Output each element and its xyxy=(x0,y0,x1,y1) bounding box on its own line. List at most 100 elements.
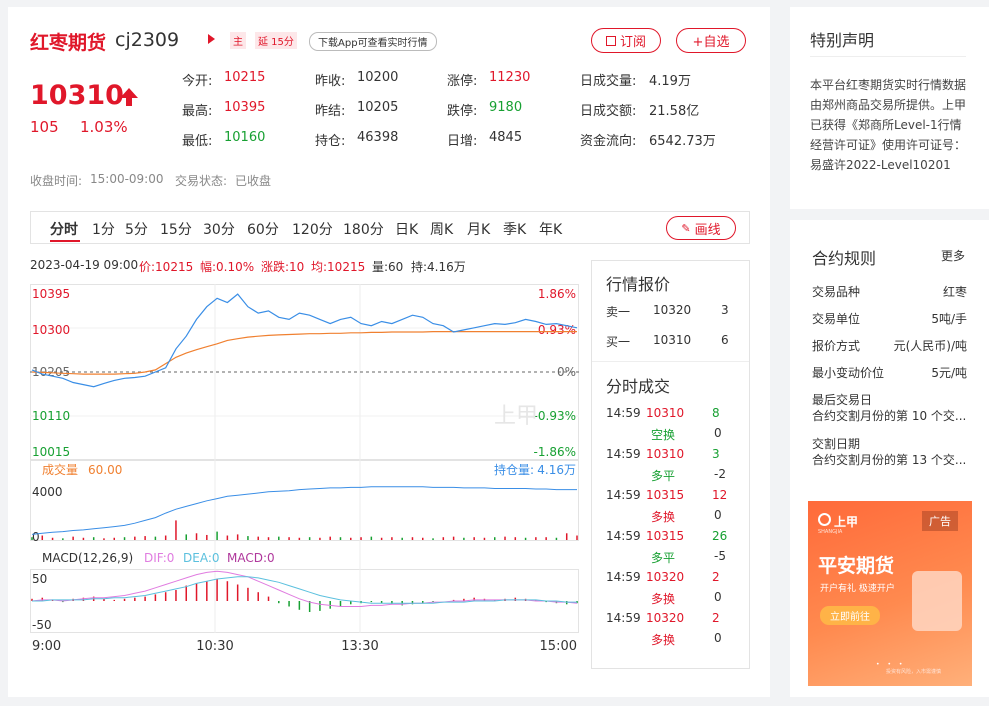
dif-label: DIF:0 xyxy=(144,551,174,565)
trade-price: 10315 xyxy=(646,488,685,502)
pct-axis-label: 0% xyxy=(557,365,576,379)
quote-divider xyxy=(592,361,749,362)
info-datetime: 2023-04-19 09:00 xyxy=(30,258,139,272)
ad-title: 平安期货 xyxy=(818,555,895,577)
price-axis-label: 10110 xyxy=(32,409,70,423)
open-interest-value: 46398 xyxy=(357,130,399,145)
tab-12[interactable]: 年K xyxy=(539,219,562,239)
prev-close-value: 10200 xyxy=(357,70,399,85)
tab-6[interactable]: 120分 xyxy=(292,219,333,239)
time-axis-label: 15:00 xyxy=(540,639,577,654)
tab-11[interactable]: 季K xyxy=(503,219,526,239)
tab-7[interactable]: 180分 xyxy=(343,219,384,239)
delivery-date-value: 合约交割月份的第 13 个交... xyxy=(812,453,967,467)
disclaimer-divider xyxy=(810,56,966,57)
dea-line xyxy=(32,576,577,604)
info-price: 价:10215 xyxy=(139,260,194,274)
subscribe-button[interactable]: 订阅 xyxy=(591,28,661,53)
ad-cta-button[interactable]: 立即前往 xyxy=(820,606,880,625)
ad-pager-dots: • • • xyxy=(876,661,906,668)
trade-oi-change: 0 xyxy=(714,631,722,645)
price-line xyxy=(31,293,578,388)
open-label: 今开: xyxy=(182,74,213,89)
trade-qty: 8 xyxy=(712,406,720,420)
last-trade-label: 最后交易日 xyxy=(812,393,873,407)
tab-1[interactable]: 1分 xyxy=(92,219,115,239)
high-label: 最高: xyxy=(182,104,213,119)
play-icon[interactable] xyxy=(208,34,215,44)
price-pane-frame xyxy=(30,284,579,460)
trade-price: 10320 xyxy=(646,570,685,584)
close-time-value: 15:00-09:00 xyxy=(90,172,164,186)
ask-price: 10320 xyxy=(653,303,692,317)
tab-3[interactable]: 15分 xyxy=(160,219,192,239)
ad-tag: 广告 xyxy=(922,511,958,531)
last-trade-value: 合约交割月份的第 10 个交... xyxy=(812,409,967,423)
trade-type: 多换 xyxy=(651,633,676,647)
rules-title: 合约规则 xyxy=(812,249,877,268)
trade-qty: 2 xyxy=(712,570,720,584)
tab-8[interactable]: 日K xyxy=(395,219,418,239)
trade-time: 14:59 xyxy=(606,447,641,461)
download-app-hint[interactable]: 下载App可查看实时行情 xyxy=(309,32,437,51)
main-badge: 主 xyxy=(230,32,246,49)
subscribe-label: 订阅 xyxy=(619,35,646,50)
ad-brand: 上甲 xyxy=(834,515,859,529)
tab-10[interactable]: 月K xyxy=(467,219,490,239)
rule-value: 红枣 xyxy=(942,285,967,299)
quote-title: 行情报价 xyxy=(606,275,671,294)
daily-increase-value: 4845 xyxy=(489,130,523,145)
pct-axis-label: -1.86% xyxy=(534,445,576,459)
disclaimer-text: 本平台红枣期货实时行情数据由郑州商品交易所提供。上甲已获得《郑商所Level-1… xyxy=(810,78,967,172)
chart-watermark: 上甲 xyxy=(494,404,539,429)
ad-banner[interactable]: 上甲 SHANGJIA 广告 平安期货 开户有礼 极速开户 立即前往 • • •… xyxy=(808,501,972,686)
instrument-code: cj2309 xyxy=(115,29,180,51)
trade-price: 10320 xyxy=(646,611,685,625)
macd-axis-bottom: -50 xyxy=(32,618,52,632)
price-axis-label: 10300 xyxy=(32,323,70,337)
rules-more-link[interactable]: 更多 xyxy=(941,247,965,264)
macd-title: MACD(12,26,9) xyxy=(42,551,133,565)
trade-price: 10310 xyxy=(646,406,685,420)
hold-title: 持仓量: xyxy=(494,462,534,477)
ad-illustration xyxy=(912,571,962,631)
ad-brand-sub: SHANGJIA xyxy=(818,529,843,535)
tab-5[interactable]: 60分 xyxy=(247,219,279,239)
time-axis-label: 9:00 xyxy=(32,639,61,654)
trade-type: 多换 xyxy=(651,592,676,606)
trade-type: 多平 xyxy=(651,469,676,483)
info-amplitude: 幅:0.10% xyxy=(200,260,255,274)
draw-line-button[interactable]: ✎ 画线 xyxy=(666,216,736,240)
draw-line-label: 画线 xyxy=(694,222,721,238)
add-favorite-button[interactable]: +自选 xyxy=(676,28,746,53)
trade-status-value: 已收盘 xyxy=(235,174,272,188)
info-average: 均:10215 xyxy=(311,260,366,274)
price-change: 105 xyxy=(30,118,59,136)
trade-oi-change: -5 xyxy=(714,549,726,563)
pct-axis-label: -0.93% xyxy=(534,409,576,423)
intraday-chart[interactable]: 10395103001020510110100151.86%0.93%0%-0.… xyxy=(30,284,579,660)
instrument-name: 红枣期货 xyxy=(30,32,107,54)
tab-2[interactable]: 5分 xyxy=(125,219,148,239)
limit-down-label: 跌停: xyxy=(447,104,478,119)
limit-down-value: 9180 xyxy=(489,100,523,115)
dea-label: DEA:0 xyxy=(183,551,220,565)
open-interest-label: 持仓: xyxy=(315,134,346,149)
volume-value: 4.19万 xyxy=(649,74,691,89)
tab-9[interactable]: 周K xyxy=(430,219,453,239)
volume-value: 60.00 xyxy=(88,463,122,477)
macd-value-label: MACD:0 xyxy=(227,551,275,565)
trade-oi-change: 0 xyxy=(714,590,722,604)
tab-0[interactable]: 分时 xyxy=(50,219,78,239)
volume-title: 成交量 xyxy=(42,462,78,477)
limit-up-value: 11230 xyxy=(489,70,531,85)
subscribe-icon xyxy=(605,35,616,46)
trade-time: 14:59 xyxy=(606,611,641,625)
trade-oi-change: 0 xyxy=(714,426,722,440)
hold-value: 4.16万 xyxy=(537,463,576,477)
tab-4[interactable]: 30分 xyxy=(203,219,235,239)
trade-time: 14:59 xyxy=(606,570,641,584)
pct-axis-label: 0.93% xyxy=(538,323,576,337)
trade-qty: 26 xyxy=(712,529,728,543)
delivery-date-label: 交割日期 xyxy=(812,437,861,451)
